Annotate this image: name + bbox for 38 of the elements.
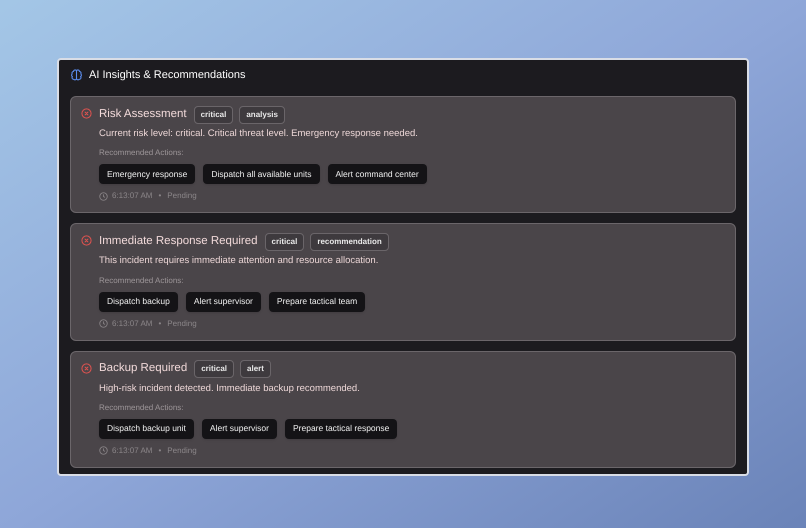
- category-tag: recommendation: [310, 232, 389, 251]
- action-button[interactable]: Alert command center: [328, 164, 427, 184]
- actions-label: Recommended Actions:: [99, 402, 184, 414]
- severity-tag: critical: [264, 232, 304, 251]
- severity-tag: critical: [194, 360, 234, 378]
- timestamp: 6:13:07 AM: [112, 190, 152, 202]
- action-button[interactable]: Dispatch backup: [99, 292, 178, 312]
- severity-tag: critical: [194, 106, 234, 124]
- separator-dot: •: [158, 190, 162, 202]
- action-button[interactable]: Emergency response: [99, 164, 196, 184]
- action-button[interactable]: Dispatch backup unit: [99, 418, 194, 439]
- insight-description: High-risk incident detected. Immediate backup recommended.: [99, 382, 361, 396]
- action-button[interactable]: Alert supervisor: [202, 418, 277, 439]
- actions-label: Recommended Actions:: [99, 274, 184, 286]
- action-button[interactable]: Alert supervisor: [186, 292, 261, 312]
- status-text: Pending: [167, 318, 197, 330]
- insight-title: Backup Required: [99, 361, 188, 376]
- clock-icon: [99, 319, 108, 328]
- separator-dot: •: [158, 318, 162, 330]
- brain-icon: [70, 68, 83, 82]
- insight-title: Risk Assessment: [99, 106, 187, 122]
- separator-dot: •: [158, 444, 162, 457]
- category-tag: analysis: [239, 106, 285, 124]
- panel-title: AI Insights & Recommendations: [89, 68, 246, 83]
- clock-icon: [99, 192, 108, 201]
- status-text: Pending: [167, 190, 197, 202]
- timestamp: 6:13:07 AM: [112, 318, 152, 330]
- clock-icon: [99, 446, 108, 456]
- category-tag: alert: [240, 360, 271, 378]
- timestamp: 6:13:07 AM: [112, 444, 152, 457]
- insight-description: This incident requires immediate attention and resource allocation.: [99, 254, 380, 268]
- action-button[interactable]: Prepare tactical team: [268, 292, 366, 312]
- insight-description: Current risk level: critical. Critical threat level. Emergency response needed.: [99, 127, 419, 141]
- actions-label: Recommended Actions:: [99, 147, 184, 160]
- action-button[interactable]: Dispatch all available units: [203, 164, 320, 184]
- action-button[interactable]: Prepare tactical response: [284, 418, 398, 439]
- status-text: Pending: [167, 444, 197, 457]
- insight-title: Immediate Response Required: [99, 234, 258, 250]
